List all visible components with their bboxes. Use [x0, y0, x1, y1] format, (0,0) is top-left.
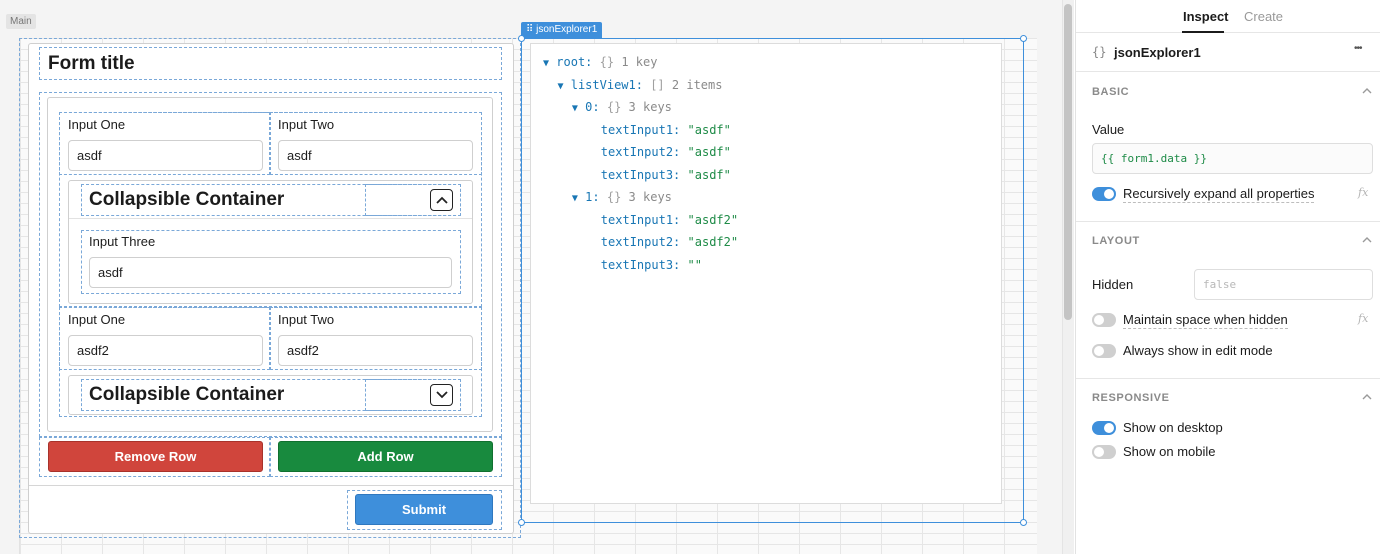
input-two-label: Input Two: [278, 117, 335, 132]
collapsible-title: Collapsible Container: [89, 189, 285, 210]
tab-create[interactable]: Create: [1244, 9, 1283, 24]
inspector-tabs: Inspect Create: [1076, 0, 1380, 33]
component-name[interactable]: jsonExplorer1: [1114, 45, 1201, 60]
section-basic-title[interactable]: BASIC: [1092, 86, 1129, 98]
json-node-item-1[interactable]: ▼ 1: {} 3 keys: [543, 186, 738, 209]
input-three-label: Input Three: [89, 234, 156, 249]
json-leaf: textInput1: "asdf2": [600, 212, 739, 227]
fx-icon[interactable]: fx: [1358, 312, 1368, 325]
json-leaf: textInput2: "asdf": [600, 145, 731, 159]
caret-down-icon[interactable]: ▼: [572, 103, 578, 114]
form-footer-divider: [29, 485, 513, 486]
tab-inspect[interactable]: Inspect: [1183, 9, 1229, 24]
expand-toggle-button[interactable]: [430, 384, 453, 406]
recursive-expand-toggle[interactable]: [1092, 187, 1116, 201]
chevron-up-icon: [435, 196, 448, 204]
caret-down-icon[interactable]: ▼: [543, 58, 549, 69]
resize-handle[interactable]: [1020, 35, 1027, 42]
json-node-item-0[interactable]: ▼ 0: {} 3 keys: [543, 96, 738, 119]
section-responsive-title[interactable]: RESPONSIVE: [1092, 392, 1170, 404]
section-divider: [1076, 378, 1380, 379]
maintain-space-toggle[interactable]: [1092, 313, 1116, 327]
value-input[interactable]: {{ form1.data }}: [1092, 143, 1373, 174]
add-row-button[interactable]: Add Row: [278, 441, 493, 472]
form-title: Form title: [48, 53, 135, 74]
fx-icon[interactable]: fx: [1358, 186, 1368, 199]
section-layout-title[interactable]: LAYOUT: [1092, 235, 1140, 247]
canvas-scrollbar-thumb[interactable]: [1064, 4, 1072, 320]
show-desktop-toggle[interactable]: [1092, 421, 1116, 435]
chevron-down-icon: [435, 391, 448, 399]
chevron-up-icon[interactable]: [1361, 86, 1373, 96]
input-one-label: Input One: [68, 312, 126, 327]
json-leaf: textInput1: "asdf": [600, 122, 731, 137]
collapsible-divider: [69, 218, 472, 219]
always-show-toggle[interactable]: [1092, 344, 1116, 358]
json-node-listview[interactable]: ▼ listView1: [] 2 items: [543, 74, 738, 97]
component-header: {} jsonExplorer1 •••: [1076, 34, 1380, 72]
always-show-label: Always show in edit mode: [1123, 343, 1273, 358]
chevron-up-icon[interactable]: [1361, 235, 1373, 245]
caret-down-icon[interactable]: ▼: [557, 81, 563, 92]
json-leaf: textInput2: "asdf2": [600, 235, 739, 249]
frame-label: Main: [6, 14, 36, 29]
input-two-field[interactable]: asdf2: [278, 335, 473, 366]
hidden-label: Hidden: [1092, 277, 1134, 292]
show-desktop-label: Show on desktop: [1123, 420, 1223, 435]
show-mobile-label: Show on mobile: [1123, 444, 1216, 459]
braces-icon: {}: [1092, 45, 1107, 59]
resize-handle[interactable]: [518, 519, 525, 526]
selected-component-name: jsonExplorer1: [536, 24, 598, 35]
json-node-root[interactable]: ▼ root: {} 1 key: [543, 51, 738, 74]
json-leaf: textInput3: "": [600, 257, 702, 272]
hidden-input[interactable]: false: [1194, 269, 1373, 300]
collapsible-title: Collapsible Container: [89, 384, 285, 405]
show-mobile-toggle[interactable]: [1092, 445, 1116, 459]
editor-canvas: Main Form title Input One asdf Input Two…: [0, 0, 1062, 554]
collapse-toggle-button[interactable]: [430, 189, 453, 211]
input-two-field[interactable]: asdf: [278, 140, 473, 171]
input-one-field[interactable]: asdf: [68, 140, 263, 171]
chevron-up-icon[interactable]: [1361, 392, 1373, 402]
input-three-field[interactable]: asdf: [89, 257, 452, 288]
selected-component-tag[interactable]: ⠿ jsonExplorer1: [521, 22, 603, 38]
resize-handle[interactable]: [1020, 519, 1027, 526]
remove-row-button[interactable]: Remove Row: [48, 441, 263, 472]
input-two-label: Input Two: [278, 312, 335, 327]
json-tree: ▼ root: {} 1 key ▼ listView1: [] 2 items…: [543, 51, 738, 276]
submit-button[interactable]: Submit: [355, 494, 493, 525]
inspector-panel: Inspect Create {} jsonExplorer1 ••• BASI…: [1075, 0, 1380, 554]
drag-handle-icon[interactable]: ⠿: [526, 24, 536, 35]
input-one-label: Input One: [68, 117, 126, 132]
recursive-expand-label: Recursively expand all properties: [1123, 186, 1315, 203]
json-leaf: textInput3: "asdf": [600, 167, 731, 182]
input-one-field[interactable]: asdf2: [68, 335, 263, 366]
value-label: Value: [1092, 122, 1125, 137]
caret-down-icon[interactable]: ▼: [572, 193, 578, 204]
more-options-icon[interactable]: •••: [1354, 43, 1362, 54]
resize-handle[interactable]: [518, 35, 525, 42]
section-divider: [1076, 221, 1380, 222]
maintain-space-label: Maintain space when hidden: [1123, 312, 1288, 329]
active-tab-indicator: [1182, 31, 1224, 33]
